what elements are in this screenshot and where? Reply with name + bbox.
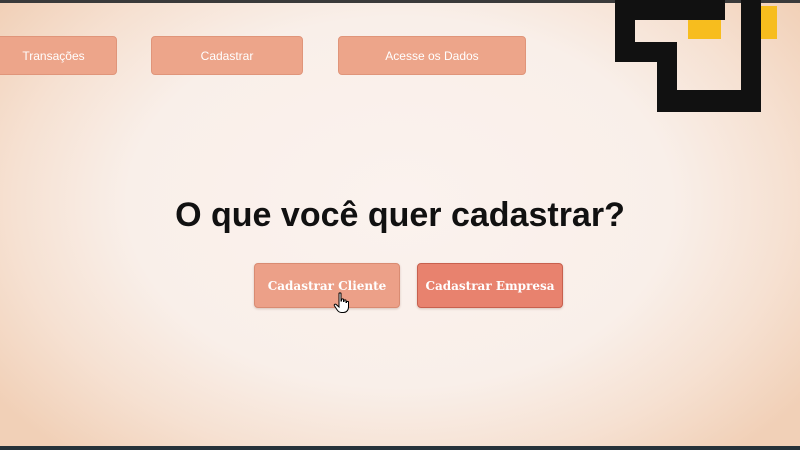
nav-button-cadastrar[interactable]: Cadastrar: [151, 36, 303, 75]
cadastrar-cliente-button[interactable]: Cadastrar Cliente: [254, 263, 400, 308]
nav-button-acesse-os-dados[interactable]: Acesse os Dados: [338, 36, 526, 75]
logo-icon: [615, 0, 777, 112]
cadastrar-empresa-button[interactable]: Cadastrar Empresa: [417, 263, 563, 308]
page-title: O que você quer cadastrar?: [175, 196, 625, 234]
window-bottom-edge: [0, 446, 800, 450]
nav-button-transacoes[interactable]: Transações: [0, 36, 117, 75]
